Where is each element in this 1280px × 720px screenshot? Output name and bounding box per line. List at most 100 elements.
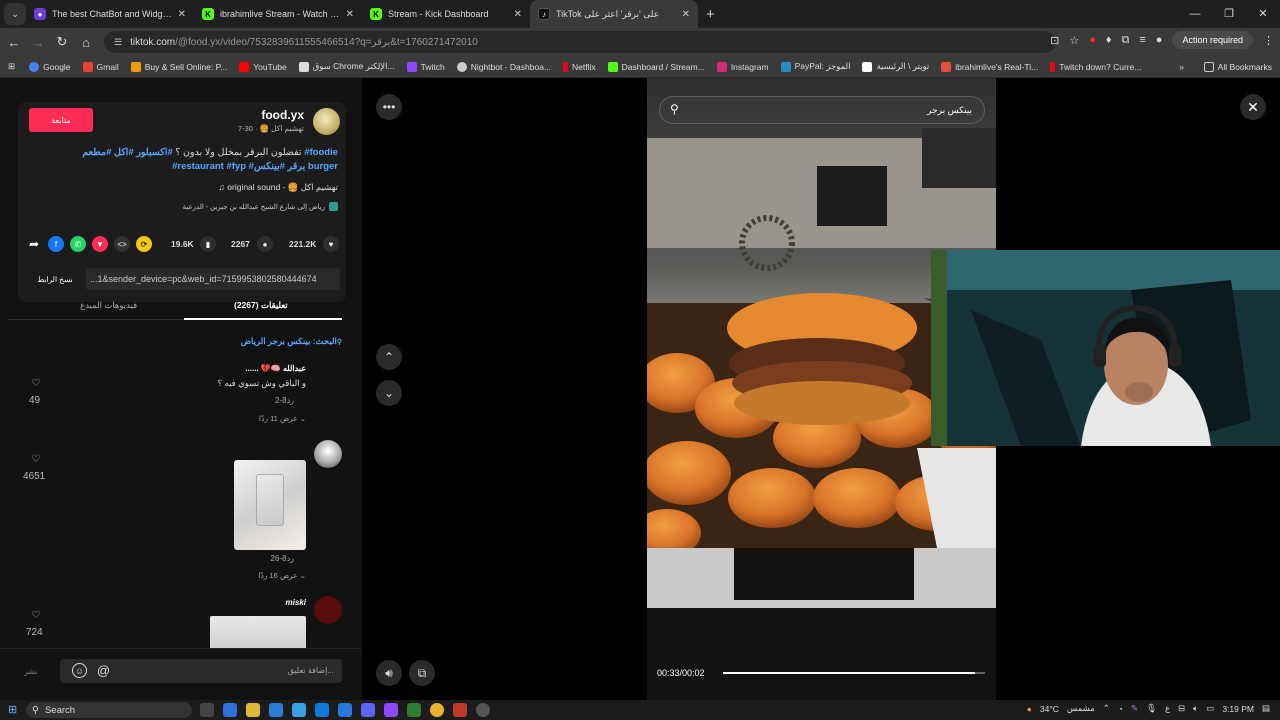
back-icon[interactable]: ← bbox=[2, 35, 26, 50]
notification-icon[interactable]: ▤ bbox=[1262, 703, 1270, 714]
tray-expand-icon[interactable]: ⌃ bbox=[1103, 703, 1110, 714]
bookmark-gmail[interactable]: Gmail bbox=[82, 61, 119, 72]
emoji-icon[interactable]: ☺ bbox=[72, 663, 87, 678]
bookmark-realtime[interactable]: ibrahimlive's Real-Ti... bbox=[941, 61, 1038, 72]
all-bookmarks-button[interactable]: All Bookmarks bbox=[1203, 61, 1272, 72]
reload-icon[interactable]: ↻ bbox=[50, 34, 74, 50]
bookmark-star-icon[interactable]: ☆ bbox=[1069, 34, 1079, 47]
tray-app-icon[interactable]: ◔ bbox=[1118, 704, 1123, 714]
close-tab-icon[interactable]: ✕ bbox=[682, 9, 690, 20]
tab-search-button[interactable]: ⌄ bbox=[4, 3, 26, 25]
more-menu-icon[interactable]: ⋮ bbox=[1263, 34, 1274, 47]
comment-image[interactable] bbox=[234, 460, 306, 550]
embed-icon[interactable]: <> bbox=[114, 236, 130, 252]
forward-icon[interactable]: → bbox=[26, 35, 50, 50]
microphone-icon[interactable]: 🎙︎ bbox=[1146, 703, 1157, 714]
tab-comments[interactable]: (2267) تعليقات bbox=[234, 300, 288, 311]
bookmark-chrome-store[interactable]: سوق Chrome الإلكتر... bbox=[298, 61, 395, 72]
twitch-app-icon[interactable] bbox=[384, 703, 398, 717]
pen-icon[interactable]: ✎ bbox=[1131, 703, 1138, 714]
creator-username[interactable]: food.yx bbox=[261, 108, 304, 122]
app-icon[interactable] bbox=[407, 703, 421, 717]
comment-image[interactable] bbox=[210, 616, 306, 650]
bookmark-twitter[interactable]: تويتر \ الرئيسية bbox=[862, 61, 929, 72]
taskbar-search[interactable]: ⚲ Search bbox=[26, 702, 192, 718]
bookmark-nightbot[interactable]: Nightbot - Dashboa... bbox=[456, 61, 551, 72]
close-tab-icon[interactable]: ✕ bbox=[178, 9, 186, 20]
extension-red-icon[interactable]: ● bbox=[1089, 34, 1096, 46]
creator-avatar[interactable] bbox=[313, 108, 340, 135]
more-bookmarks-icon[interactable]: » bbox=[1179, 62, 1184, 72]
outlook-icon[interactable] bbox=[269, 703, 283, 717]
comment-author[interactable]: miski bbox=[286, 598, 306, 607]
volume-icon[interactable]: 🔊︎ bbox=[376, 660, 402, 686]
tab-creator-videos[interactable]: فيديوهات المبدع bbox=[80, 300, 137, 311]
extensions-icon[interactable]: ⧉ bbox=[1122, 34, 1130, 47]
browser-tab-kick-live[interactable]: K ibrahimlive Stream - Watch Live ✕ bbox=[194, 0, 362, 28]
apps-grid-icon[interactable]: ⊞ bbox=[8, 61, 15, 72]
video-link-field[interactable]: ...1&sender_device=pc&web_id=71599538025… bbox=[86, 268, 340, 290]
follow-button[interactable]: متابعة bbox=[29, 108, 93, 132]
speaker-icon[interactable]: 🔈︎ bbox=[1193, 703, 1198, 714]
weather-label[interactable]: مشمس bbox=[1067, 703, 1095, 714]
file-explorer-icon[interactable] bbox=[246, 703, 260, 717]
bookmark-paypal[interactable]: PayPal: الموجز bbox=[780, 61, 850, 72]
browser-tab-chatbot[interactable]: ● The best ChatBot and Widgets ✕ bbox=[26, 0, 194, 28]
bookmark-twitch-down[interactable]: Twitch down? Curre... bbox=[1050, 61, 1141, 72]
post-comment-button[interactable]: نشر bbox=[24, 667, 38, 676]
extension-pin-icon[interactable]: ♦ bbox=[1106, 34, 1112, 46]
video-progress-bar[interactable] bbox=[723, 672, 985, 674]
new-tab-icon[interactable]: + bbox=[706, 6, 715, 23]
home-icon[interactable]: ⌂ bbox=[74, 35, 98, 50]
video-search-box[interactable]: ⚲ بينكس برجر bbox=[659, 96, 985, 124]
share-arrow-icon[interactable]: ➦ bbox=[26, 236, 42, 252]
window-close-icon[interactable]: ✕ bbox=[1246, 0, 1280, 28]
task-view-icon[interactable] bbox=[200, 703, 214, 717]
copy-link-button[interactable]: نسخ الرابط bbox=[26, 268, 84, 290]
clock[interactable]: 3:19 PM bbox=[1222, 704, 1254, 714]
minimize-icon[interactable]: — bbox=[1178, 0, 1212, 28]
bookmark-google[interactable]: Google bbox=[29, 61, 71, 72]
media-control-icon[interactable]: ≡ bbox=[1139, 34, 1145, 46]
repost-icon[interactable]: ⟳ bbox=[136, 236, 152, 252]
bookmark-netflix[interactable]: Netflix bbox=[563, 61, 596, 72]
bookmark-twitch[interactable]: Twitch bbox=[406, 61, 445, 72]
view-replies-link[interactable]: عرض 16 ردًا ⌄ bbox=[258, 571, 306, 580]
mention-icon[interactable]: @ bbox=[96, 663, 111, 678]
close-tab-icon[interactable]: ✕ bbox=[346, 9, 354, 20]
copilot-icon[interactable] bbox=[223, 703, 237, 717]
comment-icon[interactable]: ● bbox=[257, 236, 273, 252]
restore-icon[interactable]: ❐ bbox=[1212, 0, 1246, 28]
whatsapp-icon[interactable]: ✆ bbox=[70, 236, 86, 252]
reply-button[interactable]: رد bbox=[287, 554, 294, 563]
windows-start-icon[interactable]: ⊞ bbox=[8, 703, 17, 716]
site-info-icon[interactable]: ☰ bbox=[114, 37, 122, 48]
bookmark-icon[interactable]: ▮ bbox=[200, 236, 216, 252]
browser-tab-tiktok[interactable]: ♪ TikTok على 'برقر' اعثر على ✕ bbox=[530, 0, 698, 28]
comment-heart-icon[interactable]: ♡ bbox=[28, 378, 44, 389]
comment-heart-icon[interactable]: ♡ bbox=[28, 454, 44, 465]
input-language[interactable]: ع bbox=[1165, 703, 1170, 714]
close-tab-icon[interactable]: ✕ bbox=[514, 9, 522, 20]
more-options-icon[interactable]: ••• bbox=[376, 94, 402, 120]
previous-video-icon[interactable]: ⌃ bbox=[376, 344, 402, 370]
discord-icon[interactable] bbox=[361, 703, 375, 717]
profile-avatar-icon[interactable]: ● bbox=[1156, 34, 1163, 46]
browser-tab-kick-dashboard[interactable]: K Stream - Kick Dashboard ✕ bbox=[362, 0, 530, 28]
obs-icon[interactable] bbox=[338, 703, 352, 717]
edge-icon[interactable] bbox=[315, 703, 329, 717]
search-suggestion[interactable]: البحث: بينكس برجر الرياض⚲ bbox=[241, 336, 342, 347]
next-video-icon[interactable]: ⌄ bbox=[376, 380, 402, 406]
facebook-icon[interactable]: f bbox=[48, 236, 64, 252]
heart-icon[interactable]: ♥ bbox=[323, 236, 339, 252]
action-required-button[interactable]: Action required bbox=[1172, 31, 1253, 49]
view-replies-link[interactable]: عرض 11 ردًا ⌄ bbox=[259, 414, 306, 423]
battery-icon[interactable]: ▭ bbox=[1206, 703, 1214, 714]
weather-app-icon[interactable] bbox=[292, 703, 306, 717]
bookmark-instagram[interactable]: Instagram bbox=[716, 61, 769, 72]
bookmark-kick-dashboard[interactable]: Dashboard / Stream... bbox=[607, 61, 705, 72]
comment-avatar[interactable] bbox=[314, 596, 342, 624]
picture-in-picture-icon[interactable]: ⧉ bbox=[409, 660, 435, 686]
network-icon[interactable]: ⊟ bbox=[1178, 703, 1185, 714]
chrome-icon[interactable] bbox=[430, 703, 444, 717]
